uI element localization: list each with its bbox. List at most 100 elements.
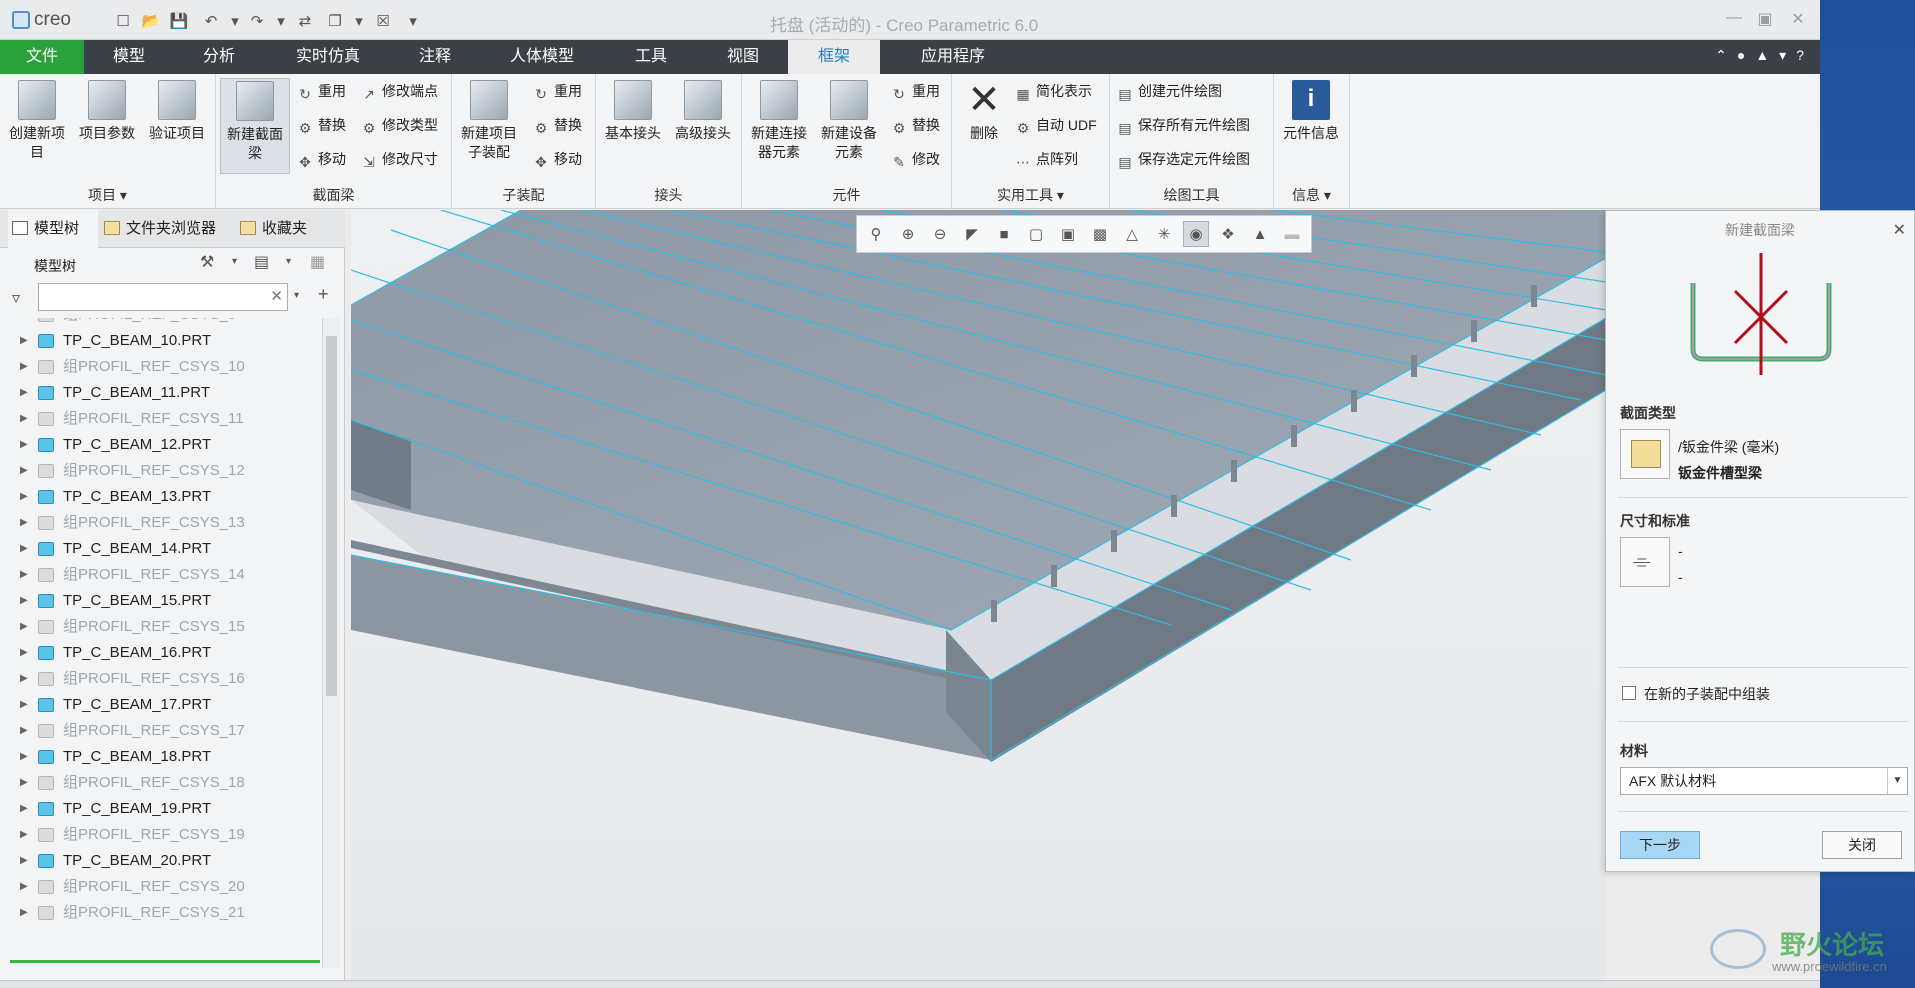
expand-arrow-icon[interactable]: ▶ xyxy=(20,692,28,718)
close-button[interactable]: 关闭 xyxy=(1822,831,1902,859)
options-dropdown-icon[interactable]: ▾ xyxy=(1779,47,1786,64)
customize-toolbar-icon[interactable]: ▾ xyxy=(402,10,424,32)
modify-type-button[interactable]: ⚙ 修改类型 xyxy=(360,112,438,138)
expand-arrow-icon[interactable]: ▶ xyxy=(20,874,28,900)
saved-views-icon[interactable]: ▢ xyxy=(1023,221,1049,247)
tab-folder-browser[interactable]: 文件夹浏览器 xyxy=(104,210,230,248)
expand-arrow-icon[interactable]: ▶ xyxy=(20,484,28,510)
scrollbar-thumb[interactable] xyxy=(326,336,337,696)
minimize-icon[interactable]: — xyxy=(1722,9,1746,31)
tree-settings-dropdown-icon[interactable]: ▾ xyxy=(232,256,237,267)
tree-item-group[interactable]: ▶ 组PROFIL_REF_CSYS_21 xyxy=(0,900,322,926)
zoom-out-icon[interactable]: ⊖ xyxy=(927,221,953,247)
tree-item-group[interactable]: ▶ 组PROFIL_REF_CSYS_15 xyxy=(0,614,322,640)
annotation-display-icon[interactable]: ❖ xyxy=(1215,221,1241,247)
appearance-icon[interactable]: ▲ xyxy=(1247,221,1273,247)
expand-arrow-icon[interactable]: ▶ xyxy=(20,562,28,588)
tree-item-group[interactable]: ▶ 组PROFIL_REF_CSYS_17 xyxy=(0,718,322,744)
learning-icon[interactable]: ▲ xyxy=(1755,47,1769,64)
group-label-info[interactable]: 信息 ▾ xyxy=(1274,185,1349,205)
tree-item-group[interactable]: ▶ 组PROFIL_REF_CSYS_19 xyxy=(0,822,322,848)
tree-item-part[interactable]: ▶ TP_C_BEAM_11.PRT xyxy=(0,380,322,406)
delete-button[interactable]: ✕ 删除 xyxy=(954,78,1014,143)
tree-item-part[interactable]: ▶ TP_C_BEAM_14.PRT xyxy=(0,536,322,562)
tab-model[interactable]: 模型 xyxy=(96,40,162,74)
section-view-icon[interactable]: △ xyxy=(1119,221,1145,247)
datum-display-icon[interactable]: ✳ xyxy=(1151,221,1177,247)
tree-show-dropdown-icon[interactable]: ▾ xyxy=(286,256,291,267)
tab-analysis[interactable]: 分析 xyxy=(186,40,252,74)
new-project-subassembly-button[interactable]: 新建项目子装配 xyxy=(456,78,522,162)
tree-item-part[interactable]: ▶ TP_C_BEAM_12.PRT xyxy=(0,432,322,458)
tab-annotate[interactable]: 注释 xyxy=(402,40,468,74)
expand-arrow-icon[interactable]: ▶ xyxy=(20,318,28,328)
search-help-icon[interactable]: ● xyxy=(1737,47,1745,64)
tree-show-icon[interactable]: ▤ xyxy=(254,252,269,272)
tree-item-part[interactable]: ▶ TP_C_BEAM_18.PRT xyxy=(0,744,322,770)
view-manager-icon[interactable]: ▣ xyxy=(1055,221,1081,247)
move-beam-button[interactable]: ✥ 移动 xyxy=(296,146,346,172)
component-info-button[interactable]: i 元件信息 xyxy=(1278,78,1344,143)
point-array-button[interactable]: ⋯ 点阵列 xyxy=(1014,146,1078,172)
refit-icon[interactable]: ⚲ xyxy=(863,221,889,247)
tree-item-group[interactable]: ▶ 组PROFIL_REF_CSYS_16 xyxy=(0,666,322,692)
expand-arrow-icon[interactable]: ▶ xyxy=(20,380,28,406)
regenerate-icon[interactable]: ⇄ xyxy=(294,10,316,32)
auto-udf-button[interactable]: ⚙ 自动 UDF xyxy=(1014,112,1097,138)
group-label-utilities[interactable]: 实用工具 ▾ xyxy=(952,185,1109,205)
move-subasm-button[interactable]: ✥ 移动 xyxy=(532,146,582,172)
undo-icon[interactable]: ↶ xyxy=(200,10,222,32)
redo-dropdown-icon[interactable]: ▾ xyxy=(270,10,292,32)
tree-item-group[interactable]: ▶ 组PROFIL_REF_CSYS_13 xyxy=(0,510,322,536)
advanced-joint-button[interactable]: 高级接头 xyxy=(670,78,736,143)
tab-file[interactable]: 文件 xyxy=(0,40,84,74)
modify-size-button[interactable]: ⇲ 修改尺寸 xyxy=(360,146,438,172)
tree-item-part[interactable]: ▶ TP_C_BEAM_15.PRT xyxy=(0,588,322,614)
modify-component-button[interactable]: ✎ 修改 xyxy=(890,146,940,172)
close-window-icon[interactable]: ☒ xyxy=(372,10,394,32)
tab-framework[interactable]: 框架 xyxy=(788,40,880,74)
assemble-in-new-subasm-checkbox[interactable] xyxy=(1622,686,1636,700)
tree-scrollbar[interactable] xyxy=(322,318,340,968)
graphics-viewport[interactable]: ⚲ ⊕ ⊖ ◤ ■ ▢ ▣ ▩ △ ✳ ◉ ❖ ▲ ▬ xyxy=(351,210,1606,980)
material-select[interactable]: AFX 默认材料 ▼ xyxy=(1620,767,1908,795)
tree-settings-icon[interactable]: ⚒ xyxy=(200,252,214,272)
zoom-in-icon[interactable]: ⊕ xyxy=(895,221,921,247)
reuse-component-button[interactable]: ↻ 重用 xyxy=(890,78,940,104)
save-selected-drawings-button[interactable]: ▤ 保存选定元件绘图 xyxy=(1116,146,1250,172)
create-new-project-button[interactable]: 创建新项目 xyxy=(4,78,70,162)
expand-arrow-icon[interactable]: ▶ xyxy=(20,666,28,692)
tab-favorites[interactable]: 收藏夹 xyxy=(240,210,330,248)
tab-view[interactable]: 视图 xyxy=(710,40,776,74)
collapse-ribbon-icon[interactable]: ⌃ xyxy=(1715,47,1727,64)
expand-arrow-icon[interactable]: ▶ xyxy=(20,770,28,796)
search-dropdown-icon[interactable]: ▾ xyxy=(294,290,299,301)
tree-item-group[interactable]: ▶ 组PROFIL_REF_CSYS_14 xyxy=(0,562,322,588)
disabled-tool-icon[interactable]: ▬ xyxy=(1279,221,1305,247)
expand-arrow-icon[interactable]: ▶ xyxy=(20,900,28,926)
reuse-subasm-button[interactable]: ↻ 重用 xyxy=(532,78,582,104)
project-params-button[interactable]: 项目参数 xyxy=(74,78,140,143)
tree-filter-settings-icon[interactable]: ▦ xyxy=(310,252,325,272)
tab-tools[interactable]: 工具 xyxy=(618,40,684,74)
modify-endpoint-button[interactable]: ↗ 修改端点 xyxy=(360,78,438,104)
windows-dropdown-icon[interactable]: ▾ xyxy=(348,10,370,32)
group-label-project[interactable]: 项目 ▾ xyxy=(0,185,215,205)
close-icon[interactable]: ✕ xyxy=(1786,9,1810,31)
repaint-icon[interactable]: ◤ xyxy=(959,221,985,247)
tree-item-part[interactable]: ▶ TP_C_BEAM_19.PRT xyxy=(0,796,322,822)
dialog-close-icon[interactable]: ✕ xyxy=(1893,220,1906,240)
tree-item-part[interactable]: ▶ TP_C_BEAM_20.PRT xyxy=(0,848,322,874)
expand-arrow-icon[interactable]: ▶ xyxy=(20,328,28,354)
tree-item-group[interactable]: ▶ 组PROFIL_REF_CSYS_12 xyxy=(0,458,322,484)
expand-arrow-icon[interactable]: ▶ xyxy=(20,354,28,380)
tab-manikin[interactable]: 人体模型 xyxy=(494,40,590,74)
expand-arrow-icon[interactable]: ▶ xyxy=(20,432,28,458)
expand-arrow-icon[interactable]: ▶ xyxy=(20,718,28,744)
tree-item-group[interactable]: ▶ 组PROFIL_REF_CSYS_9 xyxy=(0,318,322,328)
tree-item-part[interactable]: ▶ TP_C_BEAM_17.PRT xyxy=(0,692,322,718)
undo-dropdown-icon[interactable]: ▾ xyxy=(224,10,246,32)
help-icon[interactable]: ? xyxy=(1796,47,1804,64)
tab-live-simulation[interactable]: 实时仿真 xyxy=(280,40,376,74)
windows-icon[interactable]: ❐ xyxy=(324,10,346,32)
